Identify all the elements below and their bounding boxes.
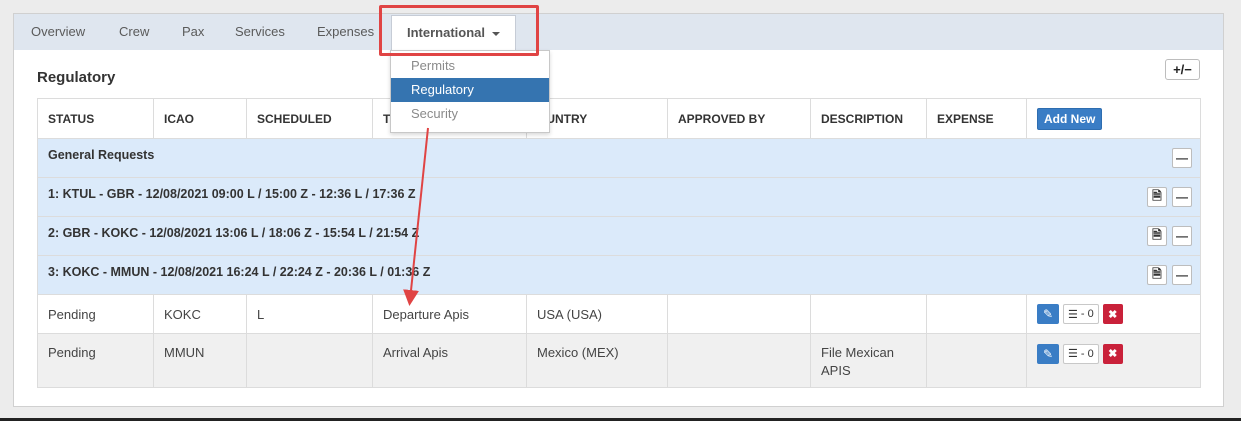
regulatory-table: STATUS ICAO SCHEDULED T OUNTRY APPROVED … — [37, 98, 1201, 388]
document-icon[interactable]: 🗎 — [1147, 226, 1167, 246]
tab-pax[interactable]: Pax — [182, 14, 204, 50]
international-dropdown-menu: Permits Regulatory Security — [390, 50, 550, 133]
cell-expense — [926, 333, 1027, 388]
cell-actions: ✎ ☰ - 0 ✖ — [1026, 333, 1201, 388]
tab-international-label: International — [407, 25, 486, 40]
cell-scheduled — [246, 333, 373, 388]
header-description: DESCRIPTION — [810, 98, 927, 139]
header-approved-by: APPROVED BY — [667, 98, 811, 139]
cell-country: Mexico (MEX) — [526, 333, 668, 388]
cell-icao: KOKC — [153, 294, 247, 334]
header-expense: EXPENSE — [926, 98, 1027, 139]
group-label: 3: KOKC - MMUN - 12/08/2021 16:24 L / 22… — [48, 265, 431, 279]
delete-icon[interactable]: ✖ — [1102, 344, 1123, 364]
group-row: 1: KTUL - GBR - 12/08/2021 09:00 L / 15:… — [37, 177, 1201, 217]
cell-expense — [926, 294, 1027, 334]
group-cell: 3: KOKC - MMUN - 12/08/2021 16:24 L / 22… — [37, 255, 1201, 295]
cell-description — [810, 294, 927, 334]
group-row: 3: KOKC - MMUN - 12/08/2021 16:24 L / 22… — [37, 255, 1201, 295]
cell-country: USA (USA) — [526, 294, 668, 334]
pencil-icon[interactable]: ✎ — [1037, 344, 1059, 364]
menu-item-security[interactable]: Security — [391, 102, 549, 126]
tab-expenses[interactable]: Expenses — [317, 14, 374, 50]
caret-down-icon — [492, 31, 501, 36]
section-title: Regulatory — [37, 69, 116, 86]
group-cell: 2: GBR - KOKC - 12/08/2021 13:06 L / 18:… — [37, 216, 1201, 256]
cell-type: Arrival Apis — [372, 333, 527, 388]
cell-approved-by — [667, 333, 811, 388]
pencil-icon[interactable]: ✎ — [1037, 304, 1059, 324]
cell-status: Pending — [37, 294, 154, 334]
tab-international[interactable]: International — [391, 15, 517, 50]
document-icon[interactable]: 🗎 — [1147, 187, 1167, 207]
tab-crew[interactable]: Crew — [119, 14, 149, 50]
header-actions: Add New — [1026, 98, 1201, 139]
group-cell: 1: KTUL - GBR - 12/08/2021 09:00 L / 15:… — [37, 177, 1201, 217]
cell-type: Departure Apis — [372, 294, 527, 334]
cell-icao: MMUN — [153, 333, 247, 388]
menu-item-regulatory[interactable]: Regulatory — [391, 78, 549, 102]
header-icao: ICAO — [153, 98, 247, 139]
group-label: 2: GBR - KOKC - 12/08/2021 13:06 L / 18:… — [48, 226, 420, 240]
tab-overview[interactable]: Overview — [31, 14, 85, 50]
expand-collapse-button[interactable]: +/− — [1165, 59, 1200, 80]
collapse-button[interactable]: — — [1172, 265, 1192, 285]
cell-description: File Mexican APIS — [810, 333, 927, 388]
tab-bar: Overview Crew Pax Services Expenses Inte… — [14, 14, 1223, 50]
table-row: Pending MMUN Arrival Apis Mexico (MEX) F… — [37, 333, 1201, 388]
tab-services[interactable]: Services — [235, 14, 285, 50]
cell-status: Pending — [37, 333, 154, 388]
header-scheduled: SCHEDULED — [246, 98, 373, 139]
group-label: General Requests — [48, 148, 155, 162]
cell-scheduled: L — [246, 294, 373, 334]
document-icon[interactable]: 🗎 — [1147, 265, 1167, 285]
group-label: 1: KTUL - GBR - 12/08/2021 09:00 L / 15:… — [48, 187, 416, 201]
collapse-button[interactable]: — — [1172, 226, 1192, 246]
tasks-count: - 0 — [1080, 348, 1094, 360]
tasks-count: - 0 — [1080, 308, 1094, 320]
collapse-button[interactable]: — — [1172, 187, 1192, 207]
list-icon: ☰ — [1068, 308, 1078, 321]
group-cell: General Requests — — [37, 138, 1201, 178]
header-status: STATUS — [37, 98, 154, 139]
table-header-row: STATUS ICAO SCHEDULED T OUNTRY APPROVED … — [37, 98, 1201, 139]
group-row: 2: GBR - KOKC - 12/08/2021 13:06 L / 18:… — [37, 216, 1201, 256]
list-icon: ☰ — [1068, 348, 1078, 360]
delete-icon[interactable]: ✖ — [1102, 304, 1123, 324]
table-row: Pending KOKC L Departure Apis USA (USA) … — [37, 294, 1201, 334]
group-row: General Requests — — [37, 138, 1201, 178]
cell-approved-by — [667, 294, 811, 334]
cell-actions: ✎ ☰ - 0 ✖ — [1026, 294, 1201, 334]
add-new-button[interactable]: Add New — [1037, 107, 1103, 130]
menu-item-permits[interactable]: Permits — [391, 54, 549, 78]
tasks-button[interactable]: ☰ - 0 — [1063, 304, 1099, 324]
tasks-button[interactable]: ☰ - 0 — [1063, 344, 1099, 364]
collapse-button[interactable]: — — [1172, 148, 1192, 168]
